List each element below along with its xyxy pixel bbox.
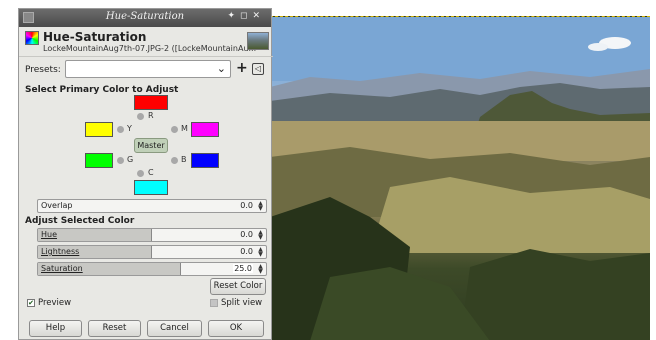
- saturation-label: Saturation: [41, 264, 83, 273]
- hue-saturation-dialog: Hue-Saturation ✦◻✕ Hue-Saturation LockeM…: [18, 8, 273, 340]
- unchecked-box-icon: [210, 298, 218, 307]
- landscape-photo: [270, 17, 650, 340]
- dialog-title: Hue-Saturation: [43, 30, 147, 44]
- label-green: G: [127, 155, 134, 164]
- presets-menu-button[interactable]: ◁: [252, 63, 264, 75]
- label-yellow: Y: [127, 124, 132, 133]
- swatch-cyan[interactable]: [134, 180, 168, 195]
- spin-arrows-icon[interactable]: ▲ ▼: [256, 247, 265, 258]
- reset-button[interactable]: Reset: [88, 320, 141, 337]
- hue-label: Hue: [41, 230, 58, 239]
- spin-arrows-icon[interactable]: ▲ ▼: [256, 201, 265, 212]
- overlap-label: Overlap: [41, 201, 73, 210]
- image-thumbnail: [247, 32, 269, 50]
- split-view-checkbox[interactable]: Split view: [210, 298, 262, 308]
- swatch-blue[interactable]: [191, 153, 219, 168]
- swatch-green[interactable]: [85, 153, 113, 168]
- split-view-label: Split view: [221, 298, 263, 308]
- spin-arrows-icon[interactable]: ▲ ▼: [256, 230, 265, 241]
- dialog-header: Hue-Saturation LockeMountainAug7th-07.JP…: [19, 27, 273, 57]
- lightness-slider[interactable]: Lightness 0.0 ▲ ▼: [37, 245, 267, 259]
- hue-saturation-icon: [25, 31, 39, 45]
- saturation-value[interactable]: 25.0: [233, 264, 253, 273]
- radio-green[interactable]: [117, 157, 124, 164]
- dialog-subtitle: LockeMountainAug7th-07.JPG-2 ([LockeMoun…: [43, 44, 257, 53]
- preview-label: Preview: [38, 298, 72, 308]
- saturation-slider[interactable]: Saturation 25.0 ▲ ▼: [37, 262, 267, 276]
- label-cyan: C: [148, 168, 154, 177]
- radio-red[interactable]: [137, 113, 144, 120]
- overlap-slider[interactable]: Overlap 0.0 ▲ ▼: [37, 199, 267, 213]
- radio-cyan[interactable]: [137, 170, 144, 177]
- master-button[interactable]: Master: [134, 138, 168, 153]
- swatch-yellow[interactable]: [85, 122, 113, 137]
- preview-checkbox[interactable]: ✔ Preview: [27, 298, 71, 308]
- label-magenta: M: [181, 124, 188, 133]
- hue-slider[interactable]: Hue 0.0 ▲ ▼: [37, 228, 267, 242]
- label-blue: B: [181, 155, 187, 164]
- radio-yellow[interactable]: [117, 126, 124, 133]
- hue-value[interactable]: 0.0: [240, 230, 253, 239]
- radio-blue[interactable]: [171, 157, 178, 164]
- window-controls[interactable]: ✦◻✕: [227, 11, 265, 21]
- reset-color-button[interactable]: Reset Color: [210, 278, 266, 295]
- lightness-value[interactable]: 0.0: [240, 247, 253, 256]
- image-canvas[interactable]: [270, 16, 650, 340]
- presets-label: Presets:: [25, 65, 61, 75]
- cancel-button[interactable]: Cancel: [147, 320, 202, 337]
- checkmark-icon: ✔: [27, 298, 35, 307]
- overlap-value[interactable]: 0.0: [240, 201, 253, 210]
- label-red: R: [148, 111, 154, 120]
- add-preset-button[interactable]: +: [236, 60, 248, 76]
- window-titlebar[interactable]: Hue-Saturation ✦◻✕: [19, 9, 271, 27]
- swatch-magenta[interactable]: [191, 122, 219, 137]
- help-button[interactable]: Help: [29, 320, 82, 337]
- primary-color-heading: Select Primary Color to Adjust: [25, 85, 179, 95]
- chevron-down-icon: ⌄: [216, 62, 226, 75]
- ok-button[interactable]: OK: [208, 320, 264, 337]
- radio-magenta[interactable]: [171, 126, 178, 133]
- adjust-color-heading: Adjust Selected Color: [25, 216, 135, 226]
- swatch-red[interactable]: [134, 95, 168, 110]
- spin-arrows-icon[interactable]: ▲ ▼: [256, 264, 265, 275]
- lightness-label: Lightness: [41, 247, 80, 256]
- presets-combo[interactable]: ⌄: [65, 60, 231, 78]
